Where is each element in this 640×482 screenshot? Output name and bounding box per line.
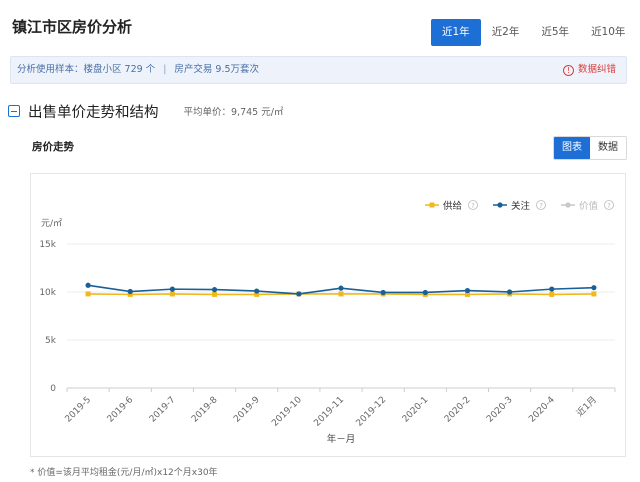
x-tick-label: 2020-2: [443, 395, 473, 425]
series-point-1: [127, 288, 133, 295]
tab-range-1y[interactable]: 近1年: [431, 19, 481, 46]
y-tick-label: 10k: [39, 288, 56, 298]
series-point-0: [85, 291, 91, 297]
question-mark-glyph: ?: [539, 202, 543, 210]
series-point-0: [549, 291, 555, 297]
y-tick-label: 15k: [39, 240, 56, 250]
series-point-1: [591, 285, 597, 291]
x-tick-label: 2020-3: [485, 395, 515, 425]
view-toggle: 图表 数据: [553, 136, 627, 160]
legend-marker: [565, 202, 571, 208]
x-tick-label: 2019-12: [355, 395, 389, 429]
series-point-1: [422, 289, 428, 296]
average-price-label: 平均单价：: [183, 107, 232, 118]
series-point-0: [338, 291, 344, 297]
x-tick-label: 2019-8: [190, 395, 220, 425]
x-tick-label: 2019-10: [270, 395, 304, 429]
x-axis-label: 年－月: [327, 433, 356, 445]
series-point-1: [464, 287, 471, 294]
series-point-1: [380, 289, 386, 296]
series-point-0: [169, 291, 175, 297]
section-header: 出售单价走势和结构 平均单价：9,745 元/㎡: [8, 101, 283, 121]
series-point-1: [549, 286, 555, 292]
series-point-1: [254, 288, 260, 294]
series-point-1: [507, 289, 513, 295]
x-tick-label: 近1月: [574, 394, 599, 419]
series-point-1: [296, 291, 302, 297]
y-axis-label: 元/㎡: [41, 218, 62, 229]
report-error-label: 数据纠错: [577, 64, 616, 75]
legend-marker: [429, 202, 435, 208]
average-price-value: 9,745 元/㎡: [231, 107, 284, 118]
time-range-tabs: 近1年 近2年 近5年 近10年: [431, 19, 636, 46]
question-mark-glyph: ?: [471, 202, 475, 210]
view-data-button[interactable]: 数据: [590, 137, 626, 159]
tab-range-10y[interactable]: 近10年: [580, 19, 636, 46]
series-point-0: [591, 291, 597, 297]
x-tick-label: 2019-6: [106, 395, 136, 425]
x-tick-label: 2019-5: [64, 395, 94, 425]
legend-label-1[interactable]: 关注: [511, 200, 531, 212]
chart-footnote: * 价值=该月平均租金(元/月/㎡)x12个月x30年: [30, 468, 218, 478]
tab-range-2y[interactable]: 近2年: [481, 19, 531, 46]
legend-label-2[interactable]: 价值: [579, 200, 599, 212]
sample-transactions: 房产交易 9.5万套次: [174, 64, 260, 75]
series-point-1: [211, 287, 218, 293]
series-point-1: [338, 285, 344, 291]
legend-label-0[interactable]: 供给: [443, 200, 463, 212]
series-point-1: [169, 286, 175, 292]
y-tick-label: 0: [50, 384, 56, 394]
view-chart-button[interactable]: 图表: [554, 137, 590, 159]
y-tick-label: 5k: [45, 336, 57, 346]
tab-range-5y[interactable]: 近5年: [530, 19, 580, 46]
price-trend-chart: 0 5k 10k 15k 元/㎡ 2019-5 2019-6 2019-7 2019-8 2019…: [30, 173, 626, 457]
collapse-minus-icon[interactable]: [8, 105, 20, 117]
chart-svg: 0 5k 10k 15k 元/㎡ 2019-5 2019-6 2019-7 2019-8 2019…: [39, 200, 616, 445]
x-tick-label: 2019-9: [232, 395, 262, 425]
question-mark-glyph: ?: [607, 202, 611, 210]
exclamation-circle-icon: !: [562, 65, 574, 76]
x-tick-label: 2020-4: [527, 395, 557, 425]
series-point-0: [212, 291, 218, 297]
section-title: 出售单价走势和结构: [28, 104, 159, 121]
x-tick-label: 2020-1: [401, 395, 431, 425]
sample-communities: 楼盘小区 729 个: [83, 64, 156, 75]
page-title: 镇江市区房价分析: [12, 18, 133, 36]
average-price: 平均单价：9,745 元/㎡: [184, 104, 284, 118]
series-point-1: [85, 282, 91, 288]
trend-subtitle: 房价走势: [32, 141, 74, 153]
report-error-link[interactable]: ! 数据纠错: [562, 57, 616, 83]
sample-info-bar: 分析使用样本：楼盘小区 729 个 | 房产交易 9.5万套次 ! 数据纠错: [10, 56, 627, 84]
x-tick-label: 2019-11: [312, 395, 346, 429]
sample-label: 分析使用样本：: [17, 64, 84, 75]
x-tick-label: 2019-7: [148, 395, 178, 425]
sample-separator: |: [163, 64, 167, 75]
legend-marker: [497, 202, 503, 208]
